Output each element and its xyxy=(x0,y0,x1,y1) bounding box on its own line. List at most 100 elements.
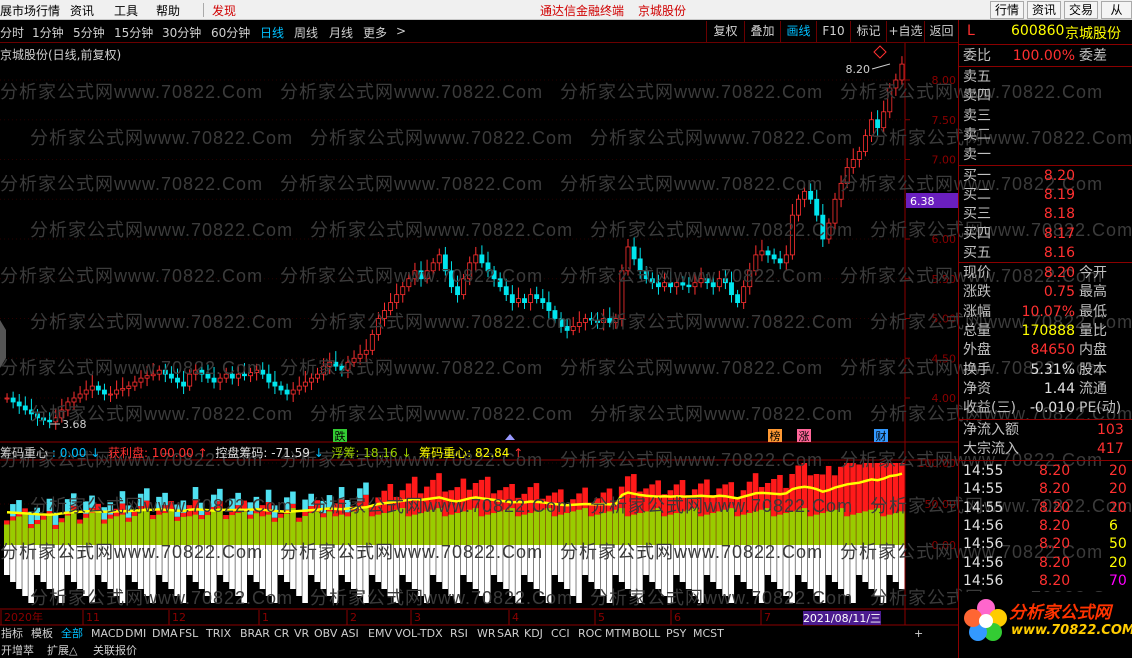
chevron-right-icon[interactable]: > xyxy=(396,24,406,38)
indicator-tab[interactable]: EMV xyxy=(368,626,392,642)
indicator-tabs: 指标 模板 全部 MACD DMI DMA FSL TRIX BRAR CR VR OBV ASI EMV… xyxy=(0,626,958,658)
indicator-tab[interactable]: FSL xyxy=(179,626,198,642)
quote-row-value: 8.20 xyxy=(1043,265,1075,281)
tick-price: 8.20 xyxy=(1039,572,1071,589)
period-tab-more[interactable]: 更多 xyxy=(363,24,387,41)
period-tab-60min[interactable]: 60分钟 xyxy=(211,24,250,41)
tick-price: 8.20 xyxy=(1039,554,1071,571)
back-button[interactable]: 返回 xyxy=(924,21,958,42)
indicator-tab[interactable]: CCI xyxy=(551,626,570,642)
y-tick-label: 7.00 xyxy=(932,154,957,167)
indicator-tab[interactable]: ROC xyxy=(578,626,602,642)
indicator-tab[interactable]: PSY xyxy=(666,626,686,642)
bottom-row2-item[interactable]: 开增萃 xyxy=(1,643,34,658)
period-tab-30min[interactable]: 30分钟 xyxy=(162,24,201,41)
watermark-text: 分析家公式网www.70822.Com xyxy=(30,220,294,240)
candle xyxy=(272,381,278,387)
watermark-text: 分析家公式网www.70822.Com xyxy=(590,404,854,424)
add-watchlist-button[interactable]: +自选 xyxy=(886,21,924,42)
tick-volume: 20 xyxy=(1109,554,1127,571)
quote-button[interactable]: 行情 xyxy=(990,1,1024,19)
indicator-tab[interactable]: CR xyxy=(274,626,289,642)
adjust-button[interactable]: 复权 xyxy=(706,21,744,42)
candle xyxy=(16,401,22,407)
candle xyxy=(284,389,290,395)
candle xyxy=(126,385,132,389)
indicator-tab[interactable]: DMI xyxy=(125,626,146,642)
candle xyxy=(89,385,95,391)
watermark-text: 分析家公式网www.70822.Com xyxy=(0,358,264,378)
indicator-tab[interactable]: BOLL xyxy=(632,626,660,642)
quote-row: 涨幅 10.07% 最低 xyxy=(963,303,1129,322)
candle xyxy=(759,250,765,256)
indicator-tab[interactable]: MTM xyxy=(605,626,631,642)
quote-row-value: 0.75 xyxy=(1043,284,1075,301)
period-tab-1min[interactable]: 1分钟 xyxy=(32,24,64,41)
chart-title: 京城股份(日线,前复权) xyxy=(0,48,122,62)
indicator-tab[interactable]: MACD xyxy=(91,626,124,642)
quote-row-label2: 最高 xyxy=(1079,284,1107,301)
flow-label: 大宗流入 xyxy=(963,441,1019,457)
quote-row-label: 涨跌 xyxy=(963,284,991,301)
period-tab-weekly[interactable]: 周线 xyxy=(294,24,318,41)
tick-volume: 50 xyxy=(1109,536,1127,553)
buy-level: 买四 8.17 xyxy=(963,225,1129,244)
candle xyxy=(83,389,89,395)
period-tab-15min[interactable]: 15分钟 xyxy=(114,24,153,41)
candle xyxy=(765,250,771,256)
indicator-tab[interactable]: SAR xyxy=(497,626,519,642)
indicator-tab[interactable]: ASI xyxy=(341,626,359,642)
indicator-tab[interactable]: 全部 xyxy=(61,626,83,642)
high-price-label: 8.20 xyxy=(846,63,871,76)
period-tab-5min[interactable]: 5分钟 xyxy=(73,24,105,41)
period-tab-monthly[interactable]: 月线 xyxy=(329,24,353,41)
quote-row-label2: 量比 xyxy=(1079,322,1107,339)
date-tag-label: 2021/08/11/三 xyxy=(803,612,881,625)
indicator-tab[interactable]: VR xyxy=(294,626,309,642)
candle xyxy=(796,198,801,216)
weibi-row: 委比 100.00% 委差 xyxy=(963,47,1129,66)
more-button[interactable]: 从 xyxy=(1101,1,1132,19)
overlay-button[interactable]: 叠加 xyxy=(744,21,780,42)
news-button[interactable]: 资讯 xyxy=(1027,1,1061,19)
period-tab-fenshi[interactable]: 分时 xyxy=(0,24,24,41)
indicator-tab[interactable]: RSI xyxy=(450,626,468,642)
trade-button[interactable]: 交易 xyxy=(1064,1,1098,19)
candle xyxy=(856,151,862,160)
tick-price: 8.20 xyxy=(1039,499,1071,516)
x-tick-label: 2 xyxy=(350,611,357,624)
buy-level: 买二 8.19 xyxy=(963,186,1129,205)
bottom-row2-item[interactable]: 扩展△ xyxy=(47,643,77,658)
candle xyxy=(522,298,527,303)
candle xyxy=(114,389,120,395)
indicator-tab[interactable]: WR xyxy=(477,626,496,642)
indicator-tab[interactable]: TRIX xyxy=(206,626,231,642)
indicator-tab[interactable]: 指标 xyxy=(1,626,23,642)
indicator-tab[interactable]: OBV xyxy=(314,626,337,642)
quote-row-label: 换手 xyxy=(963,361,991,378)
mark-button[interactable]: 标记 xyxy=(850,21,886,42)
bottom-row2-item[interactable]: 关联报价 xyxy=(93,643,137,658)
indicator-tab[interactable]: KDJ xyxy=(524,626,543,642)
sell-level: 卖一 xyxy=(963,146,1129,165)
indicator-tab[interactable]: DMA xyxy=(152,626,178,642)
watermark-text: 分析家公式网www.70822.Com xyxy=(310,312,574,332)
indicator-tab[interactable]: MCST xyxy=(693,626,724,642)
candle xyxy=(10,397,16,403)
buy-level-value: 8.19 xyxy=(1043,187,1075,204)
indicator-tab[interactable]: BRAR xyxy=(240,626,270,642)
add-tab-button[interactable]: + xyxy=(914,626,923,642)
sell-level-label: 卖四 xyxy=(963,88,991,105)
tick-time: 14:55 xyxy=(963,499,1004,516)
tick-volume: 6 xyxy=(1109,517,1118,534)
x-tick-label: 1 xyxy=(262,611,269,624)
buy-level-label: 买一 xyxy=(963,168,991,184)
quote-row-value: 1.44 xyxy=(1043,380,1075,397)
period-tab-daily[interactable]: 日线 xyxy=(260,24,284,41)
f10-button[interactable]: F10 xyxy=(816,21,850,42)
draw-button[interactable]: 画线 xyxy=(780,21,816,42)
indicator-tab[interactable]: VOL-TDX xyxy=(395,626,443,642)
indicator-tab[interactable]: 模板 xyxy=(31,626,53,642)
buy-level-value: 8.16 xyxy=(1043,244,1075,261)
legend-chip-center-label: 筹码重心 xyxy=(0,446,49,460)
